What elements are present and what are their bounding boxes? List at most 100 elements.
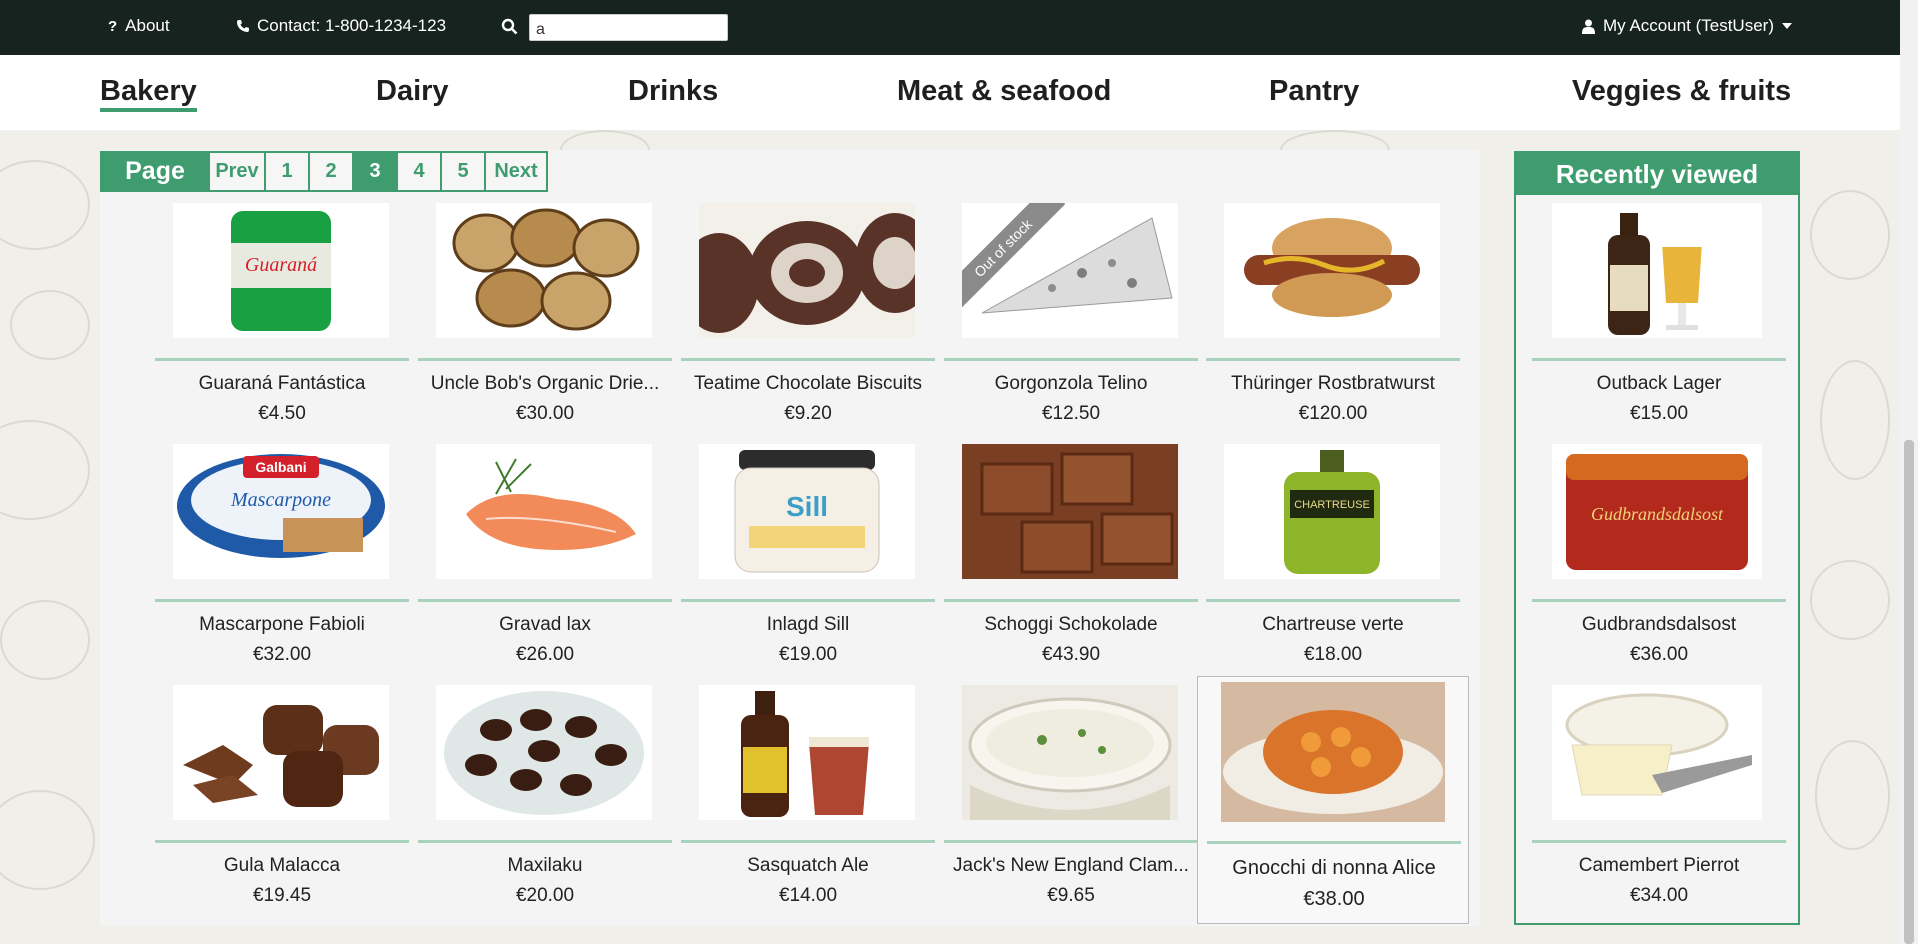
category-dairy[interactable]: Dairy	[376, 75, 449, 108]
recent-card[interactable]: Gudbrandsdalsost Gudbrandsdalsost €36.00	[1532, 444, 1786, 674]
product-image[interactable]	[1552, 203, 1762, 338]
account-menu[interactable]: My Account (TestUser)	[1582, 16, 1792, 36]
product-name[interactable]: Chartreuse verte	[1206, 614, 1460, 636]
product-name[interactable]: Sasquatch Ale	[681, 855, 935, 877]
product-price: €18.00	[1303, 644, 1363, 665]
product-image[interactable]: Guaraná	[173, 203, 389, 338]
product-name[interactable]: Thüringer Rostbratwurst	[1206, 373, 1460, 395]
product-image[interactable]	[436, 444, 652, 579]
product-card[interactable]: Teatime Chocolate Biscuits €9.20	[681, 203, 935, 433]
card-divider	[681, 840, 935, 843]
background-sketch	[1815, 740, 1890, 850]
product-name[interactable]: Teatime Chocolate Biscuits	[681, 373, 935, 395]
product-card[interactable]: Guaraná Guaraná Fantástica €4.50	[155, 203, 409, 433]
card-divider	[1206, 358, 1460, 361]
product-name[interactable]: Jack's New England Clam...	[944, 855, 1198, 877]
product-card[interactable]: Schoggi Schokolade €43.90	[944, 444, 1198, 674]
product-card[interactable]: Out of stock Gorgonzola Telino €12.50	[944, 203, 1198, 433]
contact-label: Contact: 1-800-1234-123	[257, 16, 447, 35]
product-card[interactable]: Sill Inlagd Sill €19.00	[681, 444, 935, 674]
card-divider	[418, 358, 672, 361]
category-drinks[interactable]: Drinks	[628, 75, 718, 108]
card-divider	[155, 599, 409, 602]
card-divider	[1532, 840, 1786, 843]
product-card[interactable]: Gravad lax €26.00	[418, 444, 672, 674]
product-card[interactable]: Jack's New England Clam... €9.65	[944, 685, 1198, 915]
product-price: €30.00	[515, 403, 575, 424]
product-image[interactable]	[173, 685, 389, 820]
svg-text:Sill: Sill	[786, 491, 828, 522]
product-card[interactable]: Gula Malacca €19.45	[155, 685, 409, 915]
page-4-button[interactable]: 4	[396, 153, 440, 190]
product-name[interactable]: Schoggi Schokolade	[944, 614, 1198, 636]
search-icon[interactable]	[501, 18, 518, 35]
product-image[interactable]	[1224, 203, 1440, 338]
product-name[interactable]: Camembert Pierrot	[1532, 855, 1786, 877]
product-image[interactable]: Gudbrandsdalsost	[1552, 444, 1762, 579]
page-5-button[interactable]: 5	[440, 153, 484, 190]
background-sketch	[1820, 360, 1890, 480]
product-image[interactable]	[962, 685, 1178, 820]
product-card[interactable]: CHARTREUSE Chartreuse verte €18.00	[1206, 444, 1460, 674]
product-card[interactable]: Thüringer Rostbratwurst €120.00	[1206, 203, 1460, 433]
product-name[interactable]: Inlagd Sill	[681, 614, 935, 636]
product-image[interactable]	[1552, 685, 1762, 820]
product-image[interactable]	[436, 203, 652, 338]
product-card[interactable]: Galbani Mascarpone Mascarpone Fabioli €32…	[155, 444, 409, 674]
background-sketch	[0, 160, 90, 250]
about-link[interactable]: ? About	[108, 16, 170, 36]
product-name[interactable]: Outback Lager	[1532, 373, 1786, 395]
product-image[interactable]	[1221, 682, 1445, 822]
product-price: €38.00	[1303, 888, 1365, 910]
product-card[interactable]: Sasquatch Ale €14.00	[681, 685, 935, 915]
category-bakery[interactable]: Bakery	[100, 75, 197, 112]
product-price: €12.50	[1041, 403, 1101, 424]
page-1-button[interactable]: 1	[264, 153, 308, 190]
user-icon	[1582, 19, 1595, 34]
product-name[interactable]: Mascarpone Fabioli	[155, 614, 409, 636]
category-pantry[interactable]: Pantry	[1269, 75, 1359, 108]
card-divider	[418, 840, 672, 843]
product-image[interactable]: Galbani Mascarpone	[173, 444, 389, 579]
svg-text:CHARTREUSE: CHARTREUSE	[1294, 499, 1370, 511]
product-image[interactable]	[699, 203, 915, 338]
recent-card[interactable]: Outback Lager €15.00	[1532, 203, 1786, 433]
background-sketch	[0, 790, 95, 890]
phone-icon	[236, 19, 249, 33]
product-name[interactable]: Gula Malacca	[155, 855, 409, 877]
product-price: €34.00	[1629, 885, 1689, 906]
card-divider	[1532, 358, 1786, 361]
page-3-button[interactable]: 3	[352, 153, 396, 190]
product-card[interactable]: Gnocchi di nonna Alice €38.00	[1197, 676, 1469, 924]
product-name[interactable]: Uncle Bob's Organic Drie...	[418, 373, 672, 395]
recently-viewed-title: Recently viewed	[1516, 153, 1798, 195]
category-veggies-fruits[interactable]: Veggies & fruits	[1572, 75, 1791, 108]
page-scrollbar[interactable]	[1900, 0, 1918, 944]
card-divider	[681, 358, 935, 361]
product-card[interactable]: Uncle Bob's Organic Drie... €30.00	[418, 203, 672, 433]
category-meat-seafood[interactable]: Meat & seafood	[897, 75, 1111, 108]
next-page-button[interactable]: Next	[484, 153, 546, 190]
prev-page-button[interactable]: Prev	[208, 153, 264, 190]
background-sketch	[0, 600, 90, 680]
product-name[interactable]: Gudbrandsdalsost	[1532, 614, 1786, 636]
scrollbar-thumb[interactable]	[1904, 440, 1914, 944]
product-image[interactable]: Out of stock	[962, 203, 1178, 338]
page-2-button[interactable]: 2	[308, 153, 352, 190]
product-card[interactable]: Maxilaku €20.00	[418, 685, 672, 915]
product-image[interactable]	[699, 685, 915, 820]
product-image[interactable]	[436, 685, 652, 820]
product-name[interactable]: Maxilaku	[418, 855, 672, 877]
product-name[interactable]: Gorgonzola Telino	[944, 373, 1198, 395]
product-image[interactable]	[962, 444, 1178, 579]
recent-card[interactable]: Camembert Pierrot €34.00	[1532, 685, 1786, 915]
product-image[interactable]: CHARTREUSE	[1224, 444, 1440, 579]
product-name[interactable]: Guaraná Fantástica	[155, 373, 409, 395]
category-nav: Bakery Dairy Drinks Meat & seafood Pantr…	[0, 55, 1900, 130]
product-image[interactable]: Sill	[699, 444, 915, 579]
product-name[interactable]: Gravad lax	[418, 614, 672, 636]
contact-link[interactable]: Contact: 1-800-1234-123	[236, 16, 446, 36]
product-name[interactable]: Gnocchi di nonna Alice	[1207, 857, 1461, 880]
card-divider	[1532, 599, 1786, 602]
search-input[interactable]	[529, 14, 728, 41]
